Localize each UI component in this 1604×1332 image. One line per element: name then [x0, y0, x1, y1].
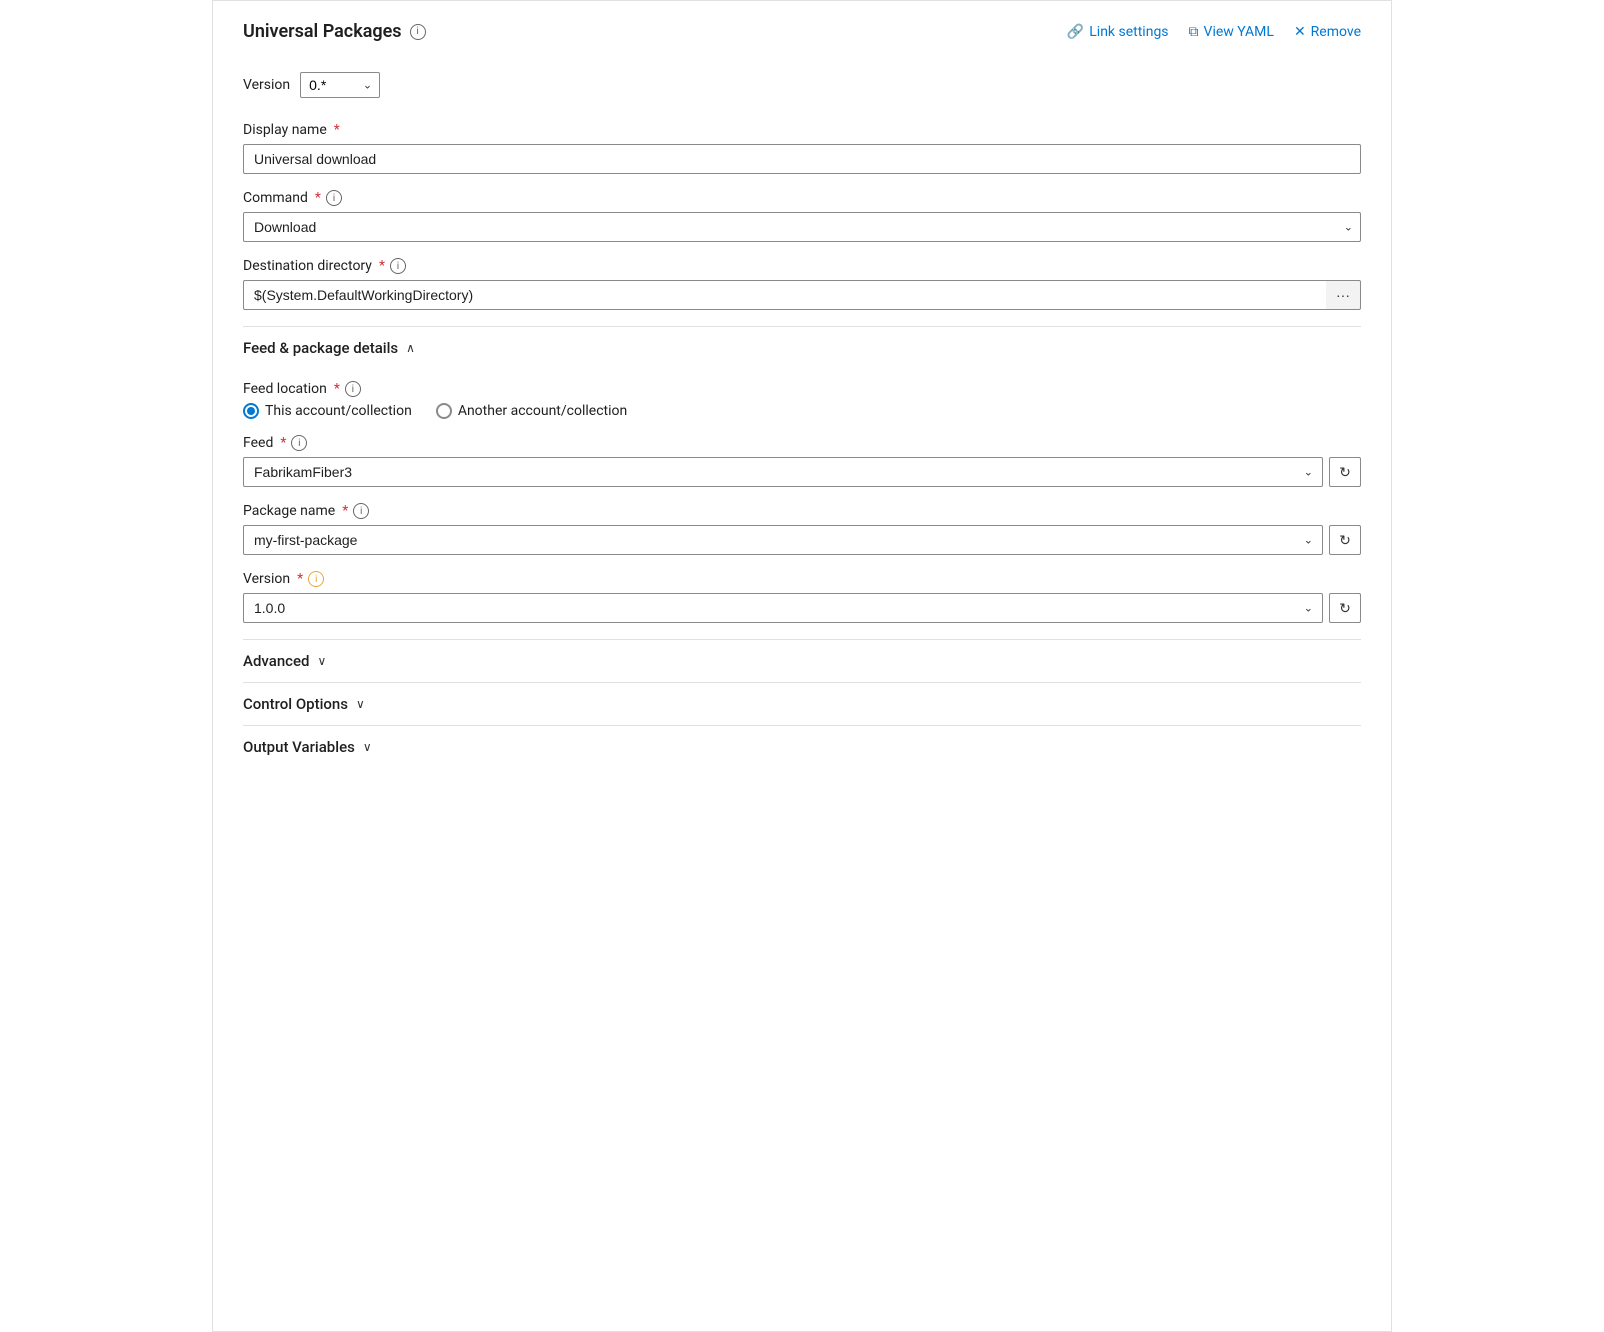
version-select[interactable]: 0.* 1.* 2.* [300, 72, 380, 98]
feed-package-details-chevron: ∧ [406, 341, 415, 355]
advanced-label: Advanced [243, 652, 309, 670]
destination-ellipsis-button[interactable]: ··· [1326, 280, 1361, 310]
output-variables-header[interactable]: Output Variables ∨ [243, 725, 1361, 768]
feed-label: Feed [243, 435, 273, 451]
link-settings-button[interactable]: 🔗 Link settings [1067, 24, 1169, 40]
feed-required: * [280, 435, 286, 451]
panel-title: Universal Packages [243, 21, 402, 42]
view-yaml-button[interactable]: ⧉ View YAML [1189, 24, 1274, 40]
package-version-refresh-button[interactable]: ↻ [1329, 593, 1361, 623]
package-version-select[interactable]: 1.0.0 [243, 593, 1323, 623]
version-row: Version 0.* 1.* 2.* ⌄ [243, 72, 1361, 98]
control-options-header[interactable]: Control Options ∨ [243, 682, 1361, 725]
view-yaml-label: View YAML [1204, 24, 1274, 40]
package-version-select-container: 1.0.0 ⌄ [243, 593, 1323, 623]
package-version-field: Version * i 1.0.0 ⌄ ↻ [243, 571, 1361, 623]
feed-select-group: FabrikamFiber3 ⌄ ↻ [243, 457, 1361, 487]
output-variables-chevron: ∨ [363, 740, 372, 754]
feed-location-label-row: Feed location * i [243, 381, 1361, 397]
command-select-wrapper: Download Publish ⌄ [243, 212, 1361, 242]
command-label-row: Command * i [243, 190, 1361, 206]
control-options-label: Control Options [243, 695, 348, 713]
radio-this-account-label: This account/collection [265, 403, 412, 419]
package-version-label: Version [243, 571, 290, 587]
panel-header: Universal Packages i 🔗 Link settings ⧉ V… [243, 21, 1361, 52]
feed-refresh-button[interactable]: ↻ [1329, 457, 1361, 487]
command-required: * [315, 190, 321, 206]
remove-button[interactable]: ✕ Remove [1294, 24, 1361, 40]
feed-field: Feed * i FabrikamFiber3 ⌄ ↻ [243, 435, 1361, 487]
remove-icon: ✕ [1294, 24, 1306, 40]
feed-location-info-icon[interactable]: i [345, 381, 361, 397]
version-label: Version [243, 77, 290, 93]
destination-directory-label: Destination directory [243, 258, 372, 274]
command-label: Command [243, 190, 308, 206]
radio-another-account[interactable]: Another account/collection [436, 403, 627, 419]
radio-another-account-label: Another account/collection [458, 403, 627, 419]
feed-location-field: Feed location * i This account/collectio… [243, 381, 1361, 419]
link-settings-label: Link settings [1089, 24, 1168, 40]
link-icon: 🔗 [1067, 24, 1084, 40]
version-select-wrapper: 0.* 1.* 2.* ⌄ [300, 72, 380, 98]
remove-label: Remove [1311, 24, 1361, 40]
package-name-label: Package name [243, 503, 335, 519]
title-info-icon[interactable]: i [410, 24, 426, 40]
command-field: Command * i Download Publish ⌄ [243, 190, 1361, 242]
feed-location-label: Feed location [243, 381, 327, 397]
feed-label-row: Feed * i [243, 435, 1361, 451]
display-name-field: Display name * [243, 122, 1361, 174]
display-name-label: Display name [243, 122, 327, 138]
package-name-label-row: Package name * i [243, 503, 1361, 519]
package-name-select-container: my-first-package ⌄ [243, 525, 1323, 555]
destination-info-icon[interactable]: i [390, 258, 406, 274]
feed-select[interactable]: FabrikamFiber3 [243, 457, 1323, 487]
display-name-input[interactable] [243, 144, 1361, 174]
package-name-info-icon[interactable]: i [353, 503, 369, 519]
feed-package-details-label: Feed & package details [243, 339, 398, 357]
destination-directory-field: Destination directory * i ··· [243, 258, 1361, 310]
control-options-chevron: ∨ [356, 697, 365, 711]
destination-required: * [379, 258, 385, 274]
radio-another-account-input[interactable] [436, 403, 452, 419]
package-version-select-group: 1.0.0 ⌄ ↻ [243, 593, 1361, 623]
package-name-field: Package name * i my-first-package ⌄ ↻ [243, 503, 1361, 555]
destination-input-group: ··· [243, 280, 1361, 310]
package-name-select-group: my-first-package ⌄ ↻ [243, 525, 1361, 555]
radio-this-account-input[interactable] [243, 403, 259, 419]
advanced-chevron: ∨ [317, 654, 326, 668]
package-name-required: * [342, 503, 348, 519]
display-name-label-row: Display name * [243, 122, 1361, 138]
header-left: Universal Packages i [243, 21, 426, 42]
feed-package-details-content: Feed location * i This account/collectio… [243, 369, 1361, 623]
package-name-refresh-button[interactable]: ↻ [1329, 525, 1361, 555]
command-info-icon[interactable]: i [326, 190, 342, 206]
package-version-required: * [297, 571, 303, 587]
advanced-header[interactable]: Advanced ∨ [243, 639, 1361, 682]
output-variables-label: Output Variables [243, 738, 355, 756]
destination-input[interactable] [243, 280, 1326, 310]
feed-location-required: * [334, 381, 340, 397]
feed-info-icon[interactable]: i [291, 435, 307, 451]
package-version-label-row: Version * i [243, 571, 1361, 587]
command-select[interactable]: Download Publish [243, 212, 1361, 242]
destination-directory-label-row: Destination directory * i [243, 258, 1361, 274]
main-panel: Universal Packages i 🔗 Link settings ⧉ V… [212, 0, 1392, 1332]
yaml-icon: ⧉ [1189, 24, 1199, 40]
feed-package-details-header[interactable]: Feed & package details ∧ [243, 326, 1361, 369]
package-version-info-icon[interactable]: i [308, 571, 324, 587]
radio-this-account[interactable]: This account/collection [243, 403, 412, 419]
feed-location-radio-group: This account/collection Another account/… [243, 403, 1361, 419]
package-name-select[interactable]: my-first-package [243, 525, 1323, 555]
display-name-required: * [334, 122, 340, 138]
header-actions: 🔗 Link settings ⧉ View YAML ✕ Remove [1067, 24, 1361, 40]
feed-select-container: FabrikamFiber3 ⌄ [243, 457, 1323, 487]
